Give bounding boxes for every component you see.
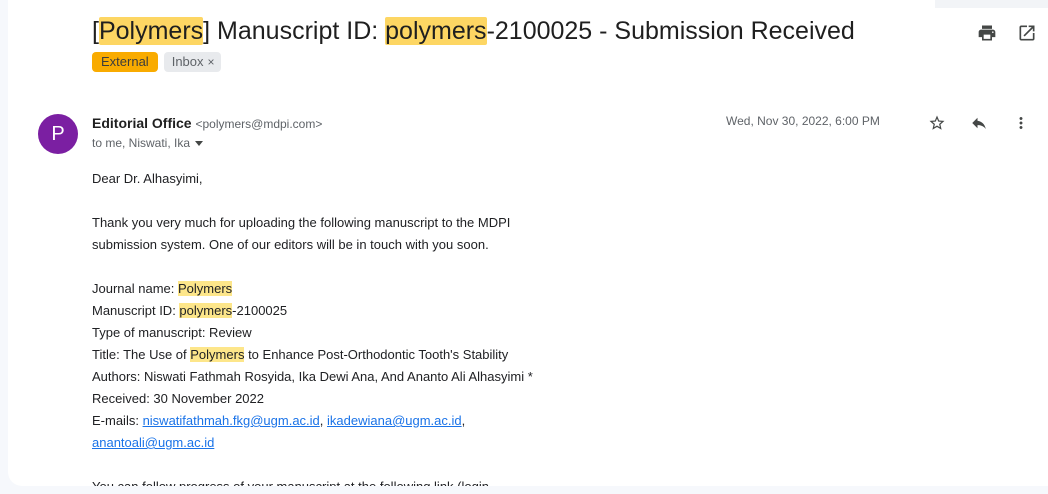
email-link-2[interactable]: ikadewiana@ugm.ac.id xyxy=(327,413,462,428)
body-journal-line: Journal name: Polymers xyxy=(92,278,652,300)
msid-highlight: polymers xyxy=(179,303,233,318)
sender-avatar[interactable]: P xyxy=(38,114,78,154)
title-label: Title: The Use of xyxy=(92,347,191,362)
email-link-3[interactable]: anantoali@ugm.ac.id xyxy=(92,435,214,450)
more-vert-icon[interactable] xyxy=(1010,112,1032,134)
body-emails-line-2: anantoali@ugm.ac.id xyxy=(92,432,652,454)
body-greeting: Dear Dr. Alhasyimi, xyxy=(92,171,203,186)
star-icon[interactable] xyxy=(926,112,948,134)
email-trailing-comma: , xyxy=(461,413,466,428)
subject-journal-highlight: Polymers xyxy=(98,17,204,45)
email-separator: , xyxy=(319,413,328,428)
body-para1-line1: Thank you very much for uploading the fo… xyxy=(92,215,511,230)
label-external: External xyxy=(92,52,158,72)
message-date: Wed, Nov 30, 2022, 6:00 PM xyxy=(726,114,880,128)
title-highlight: Polymers xyxy=(190,347,245,362)
remove-label-icon[interactable]: × xyxy=(208,52,215,72)
print-icon[interactable] xyxy=(976,22,998,44)
journal-value-highlight: Polymers xyxy=(178,281,233,296)
top-right-panel xyxy=(935,0,1048,8)
show-details-icon[interactable] xyxy=(195,140,204,146)
emails-label: E-mails: xyxy=(92,413,143,428)
subject-id-label: ] Manuscript ID: xyxy=(203,17,386,45)
recipients-text: to me, Niswati, Ika xyxy=(92,136,191,150)
reply-icon[interactable] xyxy=(968,112,990,134)
subject-bracket-open: [ xyxy=(92,17,99,45)
msid-label: Manuscript ID: xyxy=(92,303,180,318)
email-subject: [Polymers] Manuscript ID: polymers-21000… xyxy=(92,16,855,46)
email-view: [Polymers] Manuscript ID: polymers-21000… xyxy=(8,0,1048,486)
msid-rest: -2100025 xyxy=(232,303,288,318)
email-link-1[interactable]: niswatifathmah.fkg@ugm.ac.id xyxy=(143,413,320,428)
sender-name[interactable]: Editorial Office xyxy=(92,115,192,131)
body-msid-line: Manuscript ID: polymers-2100025 xyxy=(92,300,652,322)
body-follow-line: You can follow progress of your manuscri… xyxy=(92,476,652,486)
recipients-line: to me, Niswati, Ika xyxy=(92,136,204,150)
title-rest: to Enhance Post-Orthodontic Tooth's Stab… xyxy=(244,347,509,362)
email-body: Dear Dr. Alhasyimi, Thank you very much … xyxy=(92,168,652,486)
body-received-line: Received: 30 November 2022 xyxy=(92,391,264,406)
subject-rest: -2100025 - Submission Received xyxy=(486,17,855,45)
body-authors-line: Authors: Niswati Fathmah Rosyida, Ika De… xyxy=(92,369,533,384)
sender-line: Editorial Office <polymers@mdpi.com> xyxy=(92,114,322,133)
open-in-new-window-icon[interactable] xyxy=(1016,22,1038,44)
journal-label: Journal name: xyxy=(92,281,178,296)
subject-id-highlight: polymers xyxy=(385,17,487,45)
label-chips: External Inbox × xyxy=(92,52,221,72)
label-inbox[interactable]: Inbox × xyxy=(163,52,221,72)
thread-actions xyxy=(976,22,1038,44)
body-para1-line2: submission system. One of our editors wi… xyxy=(92,237,489,252)
body-title-line: Title: The Use of Polymers to Enhance Po… xyxy=(92,344,652,366)
body-type-line: Type of manuscript: Review xyxy=(92,325,252,340)
body-emails-line: E-mails: niswatifathmah.fkg@ugm.ac.id, i… xyxy=(92,410,652,432)
sender-email: <polymers@mdpi.com> xyxy=(195,117,323,131)
label-inbox-text: Inbox xyxy=(171,54,204,69)
message-actions xyxy=(926,112,1032,134)
